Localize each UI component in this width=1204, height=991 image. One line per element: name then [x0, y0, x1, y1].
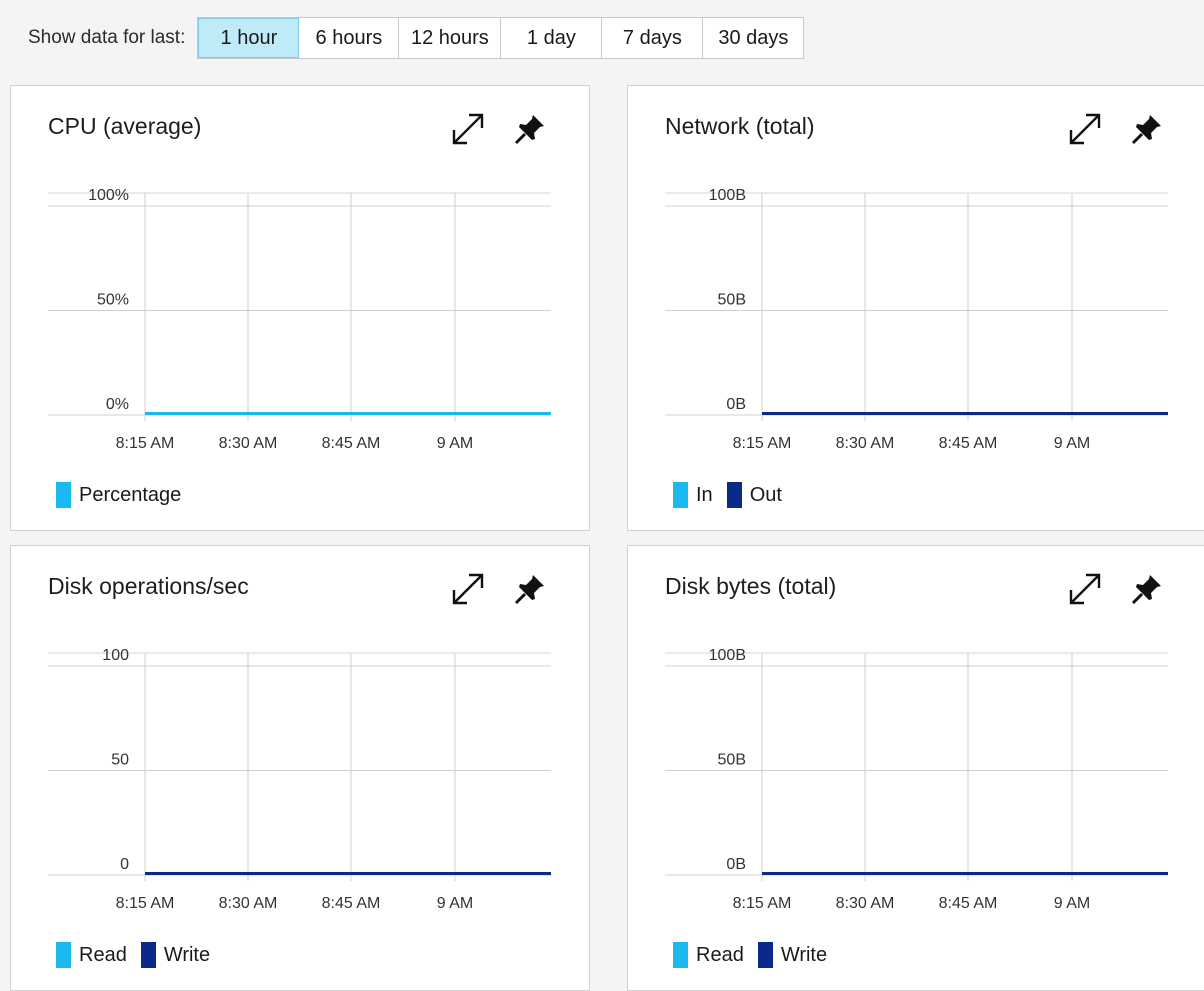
range-button-6-hours[interactable]: 6 hours — [299, 18, 400, 58]
y-tick-label: 100B — [709, 647, 746, 664]
legend-swatch — [726, 482, 742, 508]
cpu-chart: 100% 50% 0% 8:15 AM 8:30 AM 8:45 AM 9 AM — [48, 187, 551, 452]
legend-swatch — [673, 942, 688, 968]
legend-item[interactable]: Read — [673, 942, 744, 968]
pin-icon[interactable] — [511, 570, 549, 608]
x-tick-label: 8:30 AM — [219, 435, 278, 452]
tile-title: CPU (average) — [48, 113, 202, 139]
legend-swatch — [673, 482, 688, 508]
x-tick-label: 9 AM — [437, 435, 473, 452]
expand-icon[interactable] — [1066, 110, 1104, 148]
range-button-12-hours[interactable]: 12 hours — [399, 18, 502, 58]
expand-icon[interactable] — [449, 110, 487, 148]
time-range-toolbar: Show data for last: 1 hour 6 hours 12 ho… — [28, 17, 805, 59]
tile-disk-bytes[interactable]: Disk bytes (total) 100B 50B 0B 8:15 AM 8:30 … — [627, 545, 1204, 991]
y-tick-label: 100 — [102, 647, 129, 664]
expand-icon[interactable] — [1066, 570, 1104, 608]
x-tick-label: 8:15 AM — [733, 895, 792, 912]
tile-disk-operations[interactable]: Disk operations/sec 100 50 0 8:15 AM 8:30 AM… — [10, 545, 590, 991]
legend-label: In — [696, 483, 713, 506]
tile-network[interactable]: Network (total) 100B 50B 0B 8:15 AM 8:30 AM 8… — [627, 85, 1204, 531]
x-tick-label: 9 AM — [1054, 435, 1090, 452]
disk-operations-chart: 100 50 0 8:15 AM 8:30 AM 8:45 AM 9 AM — [48, 647, 551, 912]
y-tick-label: 100% — [88, 187, 129, 204]
legend-swatch — [757, 942, 773, 968]
pin-icon[interactable] — [1128, 110, 1166, 148]
tile-cpu[interactable]: CPU (average) 100% 50% 0% 8:15 AM 8:30 AM 8:4… — [10, 85, 590, 531]
legend-item[interactable]: Write — [757, 942, 828, 968]
legend-swatch — [56, 482, 71, 508]
pin-icon[interactable] — [511, 110, 549, 148]
disk-bytes-chart: 100B 50B 0B 8:15 AM 8:30 AM 8:45 AM 9 AM — [665, 647, 1168, 912]
x-tick-label: 8:30 AM — [836, 895, 895, 912]
legend-label: Out — [749, 483, 782, 506]
x-tick-label: 8:15 AM — [116, 895, 175, 912]
y-tick-label: 50B — [718, 752, 746, 769]
x-tick-label: 8:45 AM — [939, 435, 998, 452]
time-range-selector: 1 hour 6 hours 12 hours 1 day 7 days 30 … — [197, 17, 805, 59]
chart-legend: Read Write — [56, 942, 210, 968]
y-tick-label: 0% — [106, 396, 129, 413]
x-tick-label: 8:30 AM — [219, 895, 278, 912]
legend-label: Read — [79, 943, 127, 966]
chart-legend: Percentage — [56, 482, 181, 508]
legend-label: Percentage — [79, 483, 182, 506]
range-button-1-day[interactable]: 1 day — [501, 18, 603, 58]
x-tick-label: 8:30 AM — [836, 435, 895, 452]
y-tick-label: 50 — [111, 752, 129, 769]
legend-label: Read — [696, 943, 744, 966]
legend-item[interactable]: Read — [56, 942, 127, 968]
expand-icon[interactable] — [449, 570, 487, 608]
legend-item[interactable]: Write — [140, 942, 211, 968]
chart-legend: In Out — [673, 482, 782, 508]
legend-swatch — [56, 942, 71, 968]
tile-title: Disk bytes (total) — [665, 573, 837, 599]
tile-title: Network (total) — [665, 113, 815, 139]
network-chart: 100B 50B 0B 8:15 AM 8:30 AM 8:45 AM 9 AM — [665, 187, 1168, 452]
chart-legend: Read Write — [673, 942, 827, 968]
range-button-30-days[interactable]: 30 days — [703, 18, 804, 58]
x-tick-label: 9 AM — [1054, 895, 1090, 912]
y-tick-label: 100B — [709, 187, 746, 204]
legend-item[interactable]: In — [673, 482, 713, 508]
x-tick-label: 8:45 AM — [322, 895, 381, 912]
range-button-7-days[interactable]: 7 days — [602, 18, 704, 58]
x-tick-label: 8:15 AM — [116, 435, 175, 452]
y-tick-label: 0B — [726, 856, 746, 873]
x-tick-label: 8:45 AM — [322, 435, 381, 452]
legend-label: Write — [163, 943, 211, 966]
legend-swatch — [140, 942, 156, 968]
x-tick-label: 8:45 AM — [939, 895, 998, 912]
y-tick-label: 50% — [97, 292, 129, 309]
range-button-1-hour[interactable]: 1 hour — [198, 18, 300, 58]
tile-title: Disk operations/sec — [48, 573, 249, 599]
x-tick-label: 8:15 AM — [733, 435, 792, 452]
legend-item[interactable]: Percentage — [56, 482, 181, 508]
y-tick-label: 0B — [726, 396, 746, 413]
time-range-label: Show data for last: — [28, 27, 186, 48]
x-tick-label: 9 AM — [437, 895, 473, 912]
y-tick-label: 0 — [120, 856, 129, 873]
legend-label: Write — [780, 943, 828, 966]
legend-item[interactable]: Out — [726, 482, 782, 508]
y-tick-label: 50B — [718, 292, 746, 309]
pin-icon[interactable] — [1128, 570, 1166, 608]
